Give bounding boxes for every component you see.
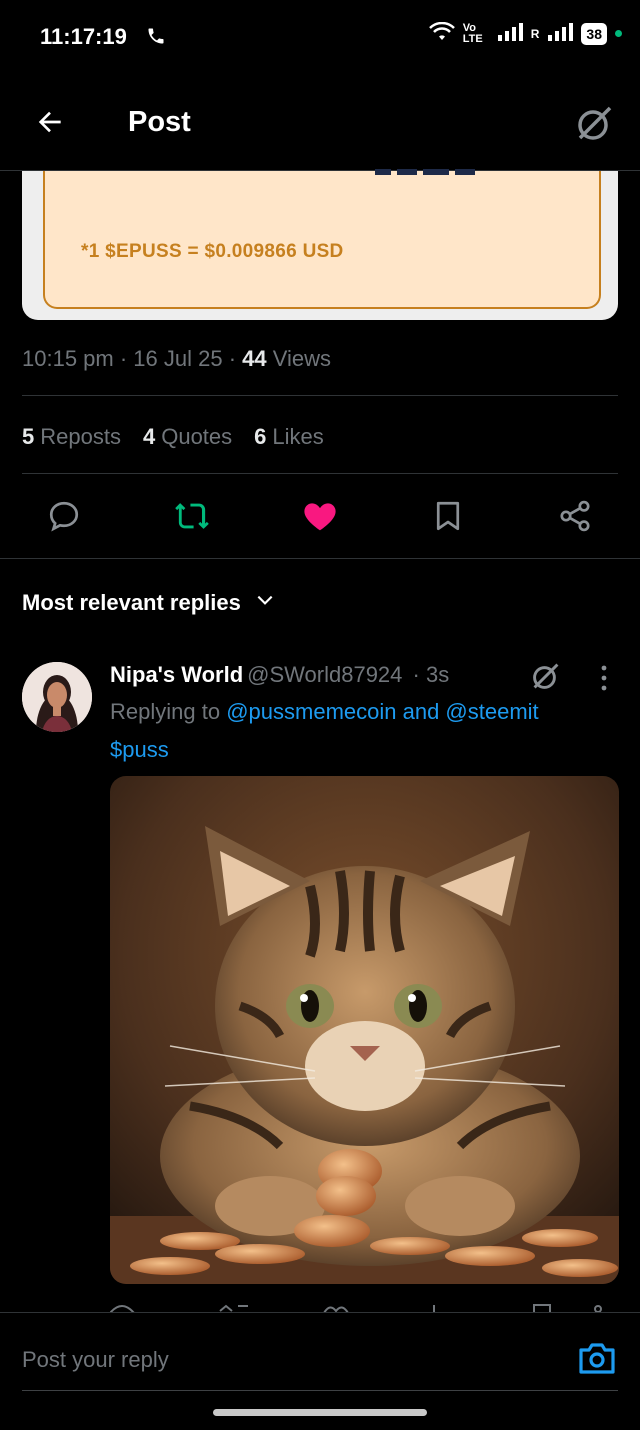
like-heart-icon[interactable] — [298, 494, 342, 538]
replying-prefix: Replying to — [110, 699, 221, 724]
composer-divider — [22, 1390, 618, 1391]
engagement-stats: 5 Reposts 4 Quotes 6 Likes — [22, 424, 324, 450]
reply-text-cashtag[interactable]: $puss — [110, 737, 169, 763]
views-label: Views — [272, 346, 332, 371]
post-time: 10:15 pm — [22, 346, 114, 371]
post-date: 16 Jul 25 — [133, 346, 223, 371]
status-icons: Vo LTE R 38 — [428, 21, 622, 45]
reply-image-kitten[interactable] — [110, 776, 619, 1284]
reposts-label: Reposts — [40, 424, 121, 449]
avatar[interactable] — [22, 662, 92, 732]
quotes-label: Quotes — [161, 424, 233, 449]
camera-icon[interactable] — [578, 1341, 616, 1380]
back-arrow-icon[interactable] — [34, 106, 66, 143]
battery-icon: 38 — [581, 22, 607, 45]
reply-icon[interactable] — [42, 494, 86, 538]
reply-author-name[interactable]: Nipa's World — [110, 662, 243, 687]
share-icon[interactable] — [553, 494, 597, 538]
replies-sort-dropdown[interactable]: Most relevant replies — [22, 590, 275, 616]
chevron-down-icon — [255, 590, 275, 616]
reply-input[interactable]: Post your reply — [22, 1347, 169, 1373]
gesture-home-bar[interactable] — [213, 1409, 427, 1416]
divider — [0, 558, 640, 559]
divider — [22, 473, 618, 474]
replying-to: Replying to @pussmemecoin and @steemit — [110, 699, 539, 725]
reposts-stat[interactable]: 5 Reposts — [22, 424, 121, 450]
divider — [22, 395, 618, 396]
grok-icon[interactable] — [530, 660, 562, 697]
reply-action-row-peek — [110, 1300, 619, 1312]
signal-icon — [497, 22, 523, 45]
status-bar: 11:17:19 Vo LTE R 38 — [0, 0, 640, 72]
quotes-stat[interactable]: 4 Quotes — [143, 424, 232, 450]
replying-to-links[interactable]: @pussmemecoin and @steemit — [226, 699, 538, 724]
grok-icon[interactable] — [574, 102, 616, 149]
signal-2-icon — [547, 22, 574, 45]
network-type-label: Vo LTE — [462, 21, 483, 45]
more-options-icon[interactable] — [596, 664, 612, 697]
top-app-bar: Post — [0, 72, 640, 171]
views-count: 44 — [242, 346, 267, 371]
page-title: Post — [128, 106, 191, 138]
status-time: 11:17:19 — [40, 24, 127, 49]
likes-label: Likes — [272, 424, 324, 449]
likes-count: 6 — [254, 424, 267, 449]
reply-author-handle[interactable]: @SWorld87924 — [247, 662, 402, 687]
token-rate-text: *1 $EPUSS = $0.009866 USD — [81, 241, 344, 262]
reposts-count: 5 — [22, 424, 35, 449]
post-timestamp: 10:15 pm · 16 Jul 25 · 44 Views — [22, 346, 332, 371]
reply-author[interactable]: Nipa's World @SWorld87924 · 3s — [110, 662, 449, 688]
phone-call-icon — [146, 26, 166, 51]
embedded-image-card[interactable]: *1 $EPUSS = $0.009866 USD — [22, 169, 618, 320]
quotes-count: 4 — [142, 424, 156, 449]
reply-age: · 3s — [412, 662, 450, 687]
wifi-icon — [428, 21, 455, 45]
repost-icon[interactable] — [170, 494, 214, 538]
sort-label: Most relevant replies — [22, 590, 241, 615]
privacy-indicator-dot — [615, 30, 622, 37]
clipped-text-fragment — [375, 169, 485, 177]
reply-composer: Post your reply — [0, 1312, 640, 1430]
post-action-bar — [0, 494, 640, 540]
price-card: *1 $EPUSS = $0.009866 USD — [43, 169, 601, 309]
likes-stat[interactable]: 6 Likes — [254, 424, 324, 450]
bookmark-icon[interactable] — [426, 494, 470, 538]
roaming-label: R — [530, 26, 540, 41]
